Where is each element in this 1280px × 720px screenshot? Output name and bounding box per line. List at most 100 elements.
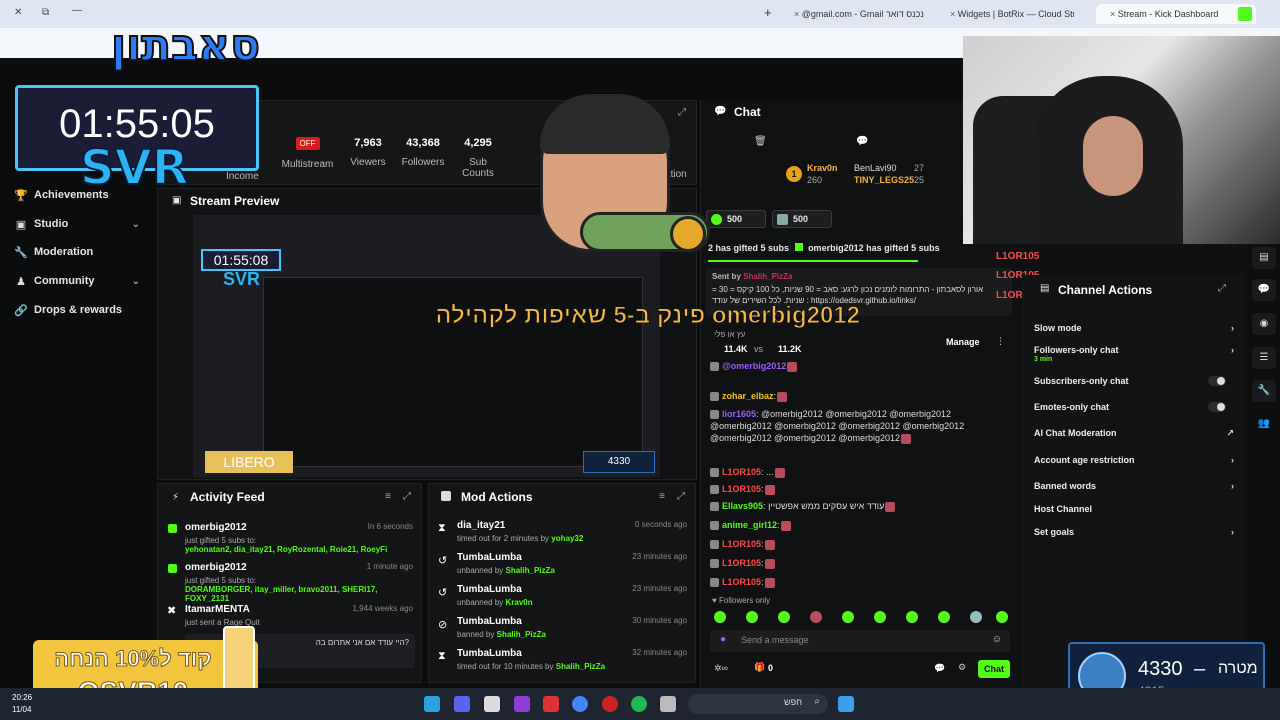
- emote-icon[interactable]: [874, 611, 886, 623]
- folder-icon[interactable]: [660, 696, 676, 712]
- sidebar-item-moderation[interactable]: 🔧 Moderation: [0, 241, 150, 263]
- mod-target[interactable]: TumbaLumba: [457, 648, 522, 659]
- activity-user[interactable]: omerbig2012: [185, 522, 247, 533]
- chrome-icon[interactable]: [572, 696, 588, 712]
- toggle-switch[interactable]: [1208, 376, 1226, 386]
- emote-icon[interactable]: [906, 611, 918, 623]
- window-restore-icon[interactable]: ⧉: [42, 7, 49, 18]
- chat-bubble-icon[interactable]: 💬: [934, 663, 945, 674]
- channel-action-item[interactable]: Host Channel: [1034, 504, 1234, 514]
- chat-input[interactable]: ● Send a message ☺: [710, 630, 1010, 652]
- leader-name[interactable]: BenLavi90: [854, 163, 897, 173]
- mic-icon[interactable]: ●: [720, 634, 726, 645]
- mod-target[interactable]: TumbaLumba: [457, 552, 522, 563]
- chat-username[interactable]: Ellavs905: [722, 501, 763, 511]
- mod-target[interactable]: TumbaLumba: [457, 616, 522, 627]
- emoji-icon[interactable]: ☺: [992, 634, 1002, 645]
- more-icon[interactable]: ⋮: [996, 336, 1005, 347]
- chat-username[interactable]: L1OR105: [722, 539, 761, 549]
- channel-action-item[interactable]: Account age restriction ›: [1034, 455, 1234, 465]
- tab-gmail[interactable]: × @gmail.com - Gmail נכנס דואר: [788, 4, 928, 24]
- chat-username[interactable]: anime_girl12: [722, 520, 777, 530]
- chat-username[interactable]: L1OR105: [722, 484, 761, 494]
- channel-action-item[interactable]: Set goals ›: [1034, 527, 1234, 537]
- expand-icon[interactable]: ⤢: [1218, 283, 1226, 294]
- mod-target[interactable]: dia_itay21: [457, 520, 505, 531]
- mod-by[interactable]: Krav0n: [506, 598, 533, 607]
- chat-bubble-icon[interactable]: 💬: [856, 136, 868, 147]
- filter-icon[interactable]: ≡: [659, 491, 665, 502]
- leader-name[interactable]: Krav0n: [807, 163, 838, 173]
- rail-list-icon[interactable]: ☰: [1252, 347, 1276, 369]
- activity-user[interactable]: ItamarMENTA: [185, 604, 250, 615]
- sidebar-item-community[interactable]: ♟ Community ⌄: [0, 270, 150, 292]
- gift-icon[interactable]: 🎁: [754, 662, 765, 673]
- chat-username[interactable]: L1OR105: [722, 558, 761, 568]
- podcast-icon[interactable]: [514, 696, 530, 712]
- channel-action-item[interactable]: Emotes-only chat: [1034, 402, 1234, 412]
- rail-doc-icon[interactable]: ▤: [1252, 247, 1276, 269]
- window-close-icon[interactable]: ✕: [14, 7, 22, 18]
- tool-icon[interactable]: [543, 696, 559, 712]
- emote-icon[interactable]: [746, 611, 758, 623]
- kicks-pill[interactable]: 500: [706, 210, 766, 228]
- chat-username[interactable]: zohar_elbaz: [722, 391, 774, 401]
- sidebar-item-drops[interactable]: 🔗 Drops & rewards: [0, 299, 150, 321]
- rail-wrench-icon[interactable]: 🔧: [1252, 380, 1276, 402]
- toggle-switch[interactable]: [1208, 402, 1226, 412]
- chat-username[interactable]: lior1605: [722, 409, 756, 419]
- close-icon[interactable]: ×: [1110, 9, 1115, 19]
- sent-by-user[interactable]: Shalih_PizZa: [743, 272, 792, 281]
- tab-botrix[interactable]: × Widgets | BotRix — Cloud Stre: [944, 4, 1074, 24]
- manage-button[interactable]: Manage: [946, 337, 980, 347]
- channel-action-item[interactable]: Banned words ›: [1034, 481, 1234, 491]
- activity-user[interactable]: omerbig2012: [185, 562, 247, 573]
- discord-icon[interactable]: [454, 696, 470, 712]
- chat-username[interactable]: @omerbig2012: [722, 361, 786, 371]
- mod-by[interactable]: Shalih_PizZa: [556, 662, 605, 671]
- record-icon[interactable]: [602, 696, 618, 712]
- tab-kick-dashboard[interactable]: × Stream - Kick Dashboard: [1096, 4, 1256, 24]
- settings-icon[interactable]: ✲∞: [714, 663, 728, 674]
- mod-by[interactable]: Shalih_PizZa: [497, 630, 546, 639]
- expand-icon[interactable]: ⤢: [677, 491, 685, 502]
- telegram-icon[interactable]: [424, 696, 440, 712]
- rail-broadcast-icon[interactable]: ◉: [1252, 313, 1276, 335]
- kicks-pill[interactable]: 500: [772, 210, 832, 228]
- channel-action-item[interactable]: Subscribers-only chat: [1034, 376, 1234, 386]
- close-icon[interactable]: ×: [794, 9, 799, 19]
- close-icon[interactable]: ×: [950, 9, 955, 19]
- spotify-icon[interactable]: [631, 696, 647, 712]
- channel-action-item[interactable]: Followers-only chat 3 min ›: [1034, 345, 1234, 363]
- emote-icon[interactable]: [842, 611, 854, 623]
- chat-username[interactable]: L1OR105: [722, 467, 761, 477]
- emote-icon[interactable]: [714, 611, 726, 623]
- trash-icon[interactable]: 🗑: [754, 136, 767, 147]
- stat-viewers: 7,963 Viewers: [348, 137, 388, 168]
- stat-multistream[interactable]: OFF Multistream: [280, 137, 335, 170]
- taskbar-search[interactable]: חפש ⌕: [688, 694, 828, 714]
- rail-people-icon[interactable]: 👥: [1252, 413, 1276, 435]
- channel-action-item[interactable]: Slow mode ›: [1034, 323, 1234, 333]
- filter-icon[interactable]: ≡: [385, 491, 391, 502]
- window-minimize-icon[interactable]: —: [72, 5, 82, 16]
- windows-start-icon[interactable]: [838, 696, 854, 712]
- emote-icon[interactable]: [778, 611, 790, 623]
- chat-send-button[interactable]: Chat: [978, 660, 1010, 678]
- sidebar-item-studio[interactable]: ▣ Studio ⌄: [0, 213, 150, 235]
- leader-name[interactable]: TINY_LEGS25: [854, 175, 914, 185]
- gear-icon[interactable]: ⚙: [958, 662, 966, 673]
- emote-icon[interactable]: [970, 611, 982, 623]
- emote-icon[interactable]: [938, 611, 950, 623]
- emote-icon[interactable]: [996, 611, 1008, 623]
- new-tab-button[interactable]: +: [764, 5, 772, 20]
- mod-by[interactable]: yohay32: [551, 534, 583, 543]
- emote-icon[interactable]: [810, 611, 822, 623]
- chat-username[interactable]: L1OR105: [722, 577, 761, 587]
- expand-icon[interactable]: ⤢: [403, 491, 411, 502]
- app-icon[interactable]: [484, 696, 500, 712]
- rail-chat-icon[interactable]: 💬: [1252, 279, 1276, 301]
- mod-by[interactable]: Shalih_PizZa: [506, 566, 555, 575]
- mod-target[interactable]: TumbaLumba: [457, 584, 522, 595]
- channel-action-item[interactable]: AI Chat Moderation ↗: [1034, 428, 1234, 438]
